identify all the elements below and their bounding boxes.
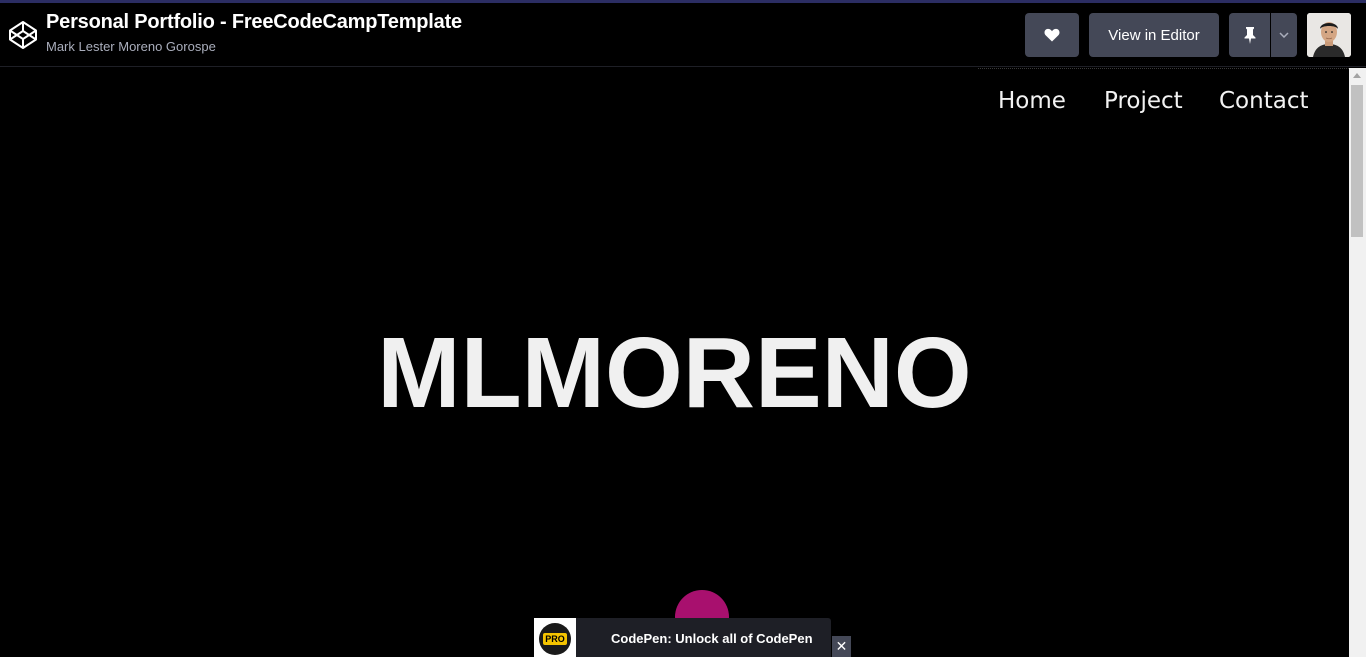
view-in-editor-button[interactable]: View in Editor [1089,13,1219,57]
scroll-up-arrow-icon[interactable] [1353,73,1361,78]
codepen-logo-icon[interactable] [8,20,38,50]
codepen-header: Personal Portfolio - FreeCodeCampTemplat… [0,3,1366,67]
scrollbar-thumb[interactable] [1351,85,1363,237]
pen-author[interactable]: Mark Lester Moreno Gorospe [46,39,216,54]
pin-icon [1244,26,1255,44]
avatar-image [1307,13,1351,57]
pro-badge-container: PRO [534,618,576,657]
pro-badge-label: PRO [543,633,567,645]
nav-link-home[interactable]: Home [998,88,1066,114]
pin-button[interactable] [1229,13,1270,57]
pro-promo-banner[interactable]: PRO CodePen: Unlock all of CodePen [534,618,831,657]
hero-title: MLMORENO [377,317,972,429]
close-icon[interactable]: ✕ [832,636,851,657]
user-avatar[interactable] [1307,13,1351,57]
preview-scrollbar[interactable] [1349,68,1366,657]
chevron-down-icon [1279,32,1289,38]
nav-link-contact[interactable]: Contact [1219,88,1308,114]
heart-icon [1044,28,1060,42]
pro-promo-text[interactable]: CodePen: Unlock all of CodePen [611,631,813,646]
like-button[interactable] [1025,13,1079,57]
pen-preview: Home Project Contact MLMORENO [0,68,1349,657]
pin-options-button[interactable] [1271,13,1297,57]
nav-link-project[interactable]: Project [1104,88,1183,114]
pro-badge-icon: PRO [539,623,571,655]
pen-title[interactable]: Personal Portfolio - FreeCodeCampTemplat… [46,11,462,34]
nav-divider [978,68,1349,70]
